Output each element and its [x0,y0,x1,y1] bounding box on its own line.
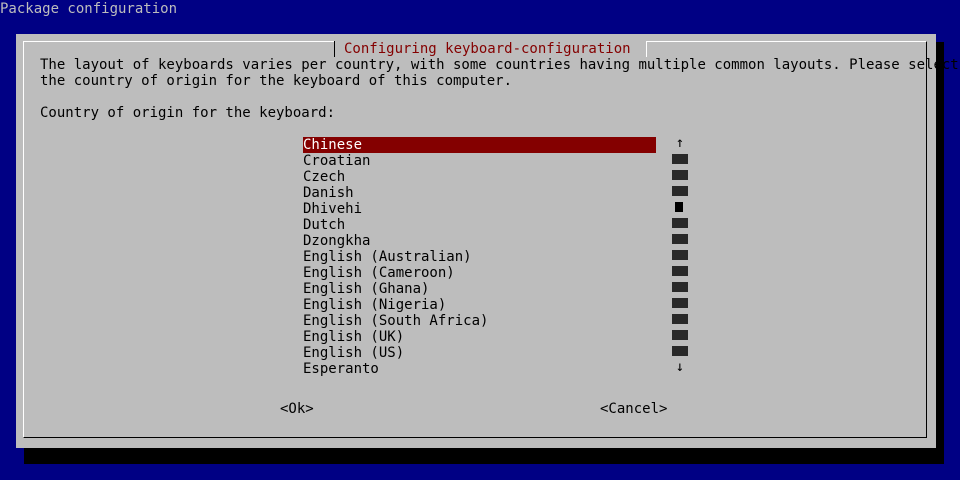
scroll-track-cell [672,279,688,295]
description-line: The layout of keyboards varies per count… [40,57,959,73]
scroll-track-cell [672,231,688,247]
scroll-track[interactable] [672,151,688,359]
dialog: Configuring keyboard-configuration The l… [16,34,959,448]
list-item[interactable]: Dzongkha [303,233,656,249]
scroll-track-cell [672,295,688,311]
scroll-track-pattern [672,282,688,292]
cancel-button[interactable]: <Cancel> [600,401,667,417]
scroll-track-cell [672,183,688,199]
scroll-track-pattern [672,186,688,196]
scroll-track-cell [672,167,688,183]
list-item[interactable]: Danish [303,185,656,201]
description-line: the country of origin for the keyboard o… [40,73,513,89]
list-prompt: Country of origin for the keyboard: [40,105,336,121]
list-item[interactable]: Croatian [303,153,656,169]
list-item-selected[interactable]: Chinese [303,137,656,153]
list-item[interactable]: English (Ghana) [303,281,656,297]
scroll-track-pattern [672,218,688,228]
list-item[interactable]: Czech [303,169,656,185]
dialog-frame: Configuring keyboard-configuration The l… [23,41,959,438]
scroll-track-pattern [672,298,688,308]
country-list[interactable]: Chinese Croatian Czech Danish Dhivehi Dutch Dz… [303,137,656,377]
screen-title: Package configuration [0,1,178,17]
list-item[interactable]: English (Australian) [303,249,656,265]
list-item[interactable]: Esperanto [303,361,656,377]
list-item[interactable]: Dhivehi [303,201,656,217]
scroll-track-cell [672,311,688,327]
dialog-shadow-right [936,42,944,464]
scroll-track-pattern [672,330,688,340]
list-item[interactable]: English (South Africa) [303,313,656,329]
scroll-thumb[interactable] [672,199,688,215]
scroll-track-pattern [672,250,688,260]
list-item[interactable]: English (US) [303,345,656,361]
scroll-thumb-block [675,202,683,212]
list-item[interactable]: English (Cameroon) [303,265,656,281]
scrollbar[interactable]: ↑ ↓ [672,135,688,375]
scroll-track-cell [672,215,688,231]
scroll-track-pattern [672,234,688,244]
list-item[interactable]: English (Nigeria) [303,297,656,313]
scroll-track-pattern [672,266,688,276]
scroll-down-arrow-icon[interactable]: ↓ [672,359,688,375]
scroll-track-cell [672,343,688,359]
list-item[interactable]: English (UK) [303,329,656,345]
dialog-shadow-bottom [24,448,944,464]
scroll-track-pattern [672,314,688,324]
scroll-track-pattern [672,170,688,180]
scroll-up-arrow-icon[interactable]: ↑ [672,135,688,151]
dialog-title: Configuring keyboard-configuration [334,41,647,57]
scroll-track-cell [672,247,688,263]
ok-button[interactable]: <Ok> [280,401,314,417]
scroll-track-pattern [672,346,688,356]
scroll-track-cell [672,151,688,167]
scroll-track-pattern [672,154,688,164]
scroll-track-cell [672,263,688,279]
scroll-track-cell [672,327,688,343]
list-item[interactable]: Dutch [303,217,656,233]
